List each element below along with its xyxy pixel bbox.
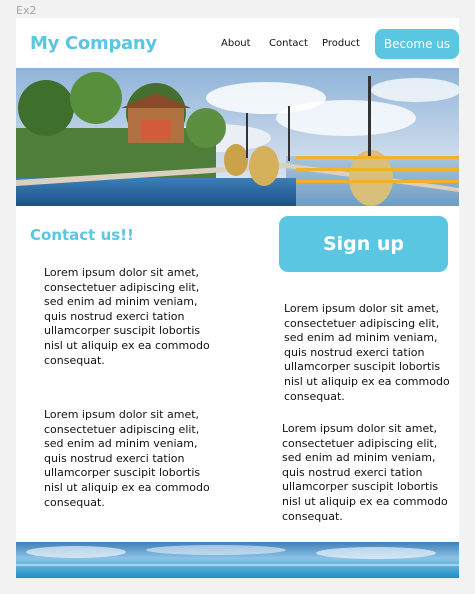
nav-link-contact[interactable]: Contact <box>269 38 308 49</box>
lorem-paragraph-2: Lorem ipsum dolor sit amet, consectetuer… <box>44 408 210 509</box>
frame-label: Ex2 <box>16 4 37 17</box>
sign-up-button[interactable]: Sign up <box>279 216 448 272</box>
site-header: My Company About Contact Product Become … <box>16 18 459 68</box>
nav-link-product[interactable]: Product <box>322 38 360 49</box>
company-logo[interactable]: My Company <box>30 33 157 54</box>
lorem-paragraph-3: Lorem ipsum dolor sit amet, consectetuer… <box>284 302 450 403</box>
nav-link-about[interactable]: About <box>221 38 251 49</box>
become-us-button[interactable]: Become us <box>375 29 459 59</box>
hero-resort-image <box>16 68 459 206</box>
footer-sea-image <box>16 542 459 578</box>
web-page: My Company About Contact Product Become … <box>16 18 459 578</box>
contact-title: Contact us!! <box>30 226 134 244</box>
lorem-paragraph-4: Lorem ipsum dolor sit amet, consectetuer… <box>282 422 448 523</box>
lorem-paragraph-1: Lorem ipsum dolor sit amet, consectetuer… <box>44 266 210 367</box>
